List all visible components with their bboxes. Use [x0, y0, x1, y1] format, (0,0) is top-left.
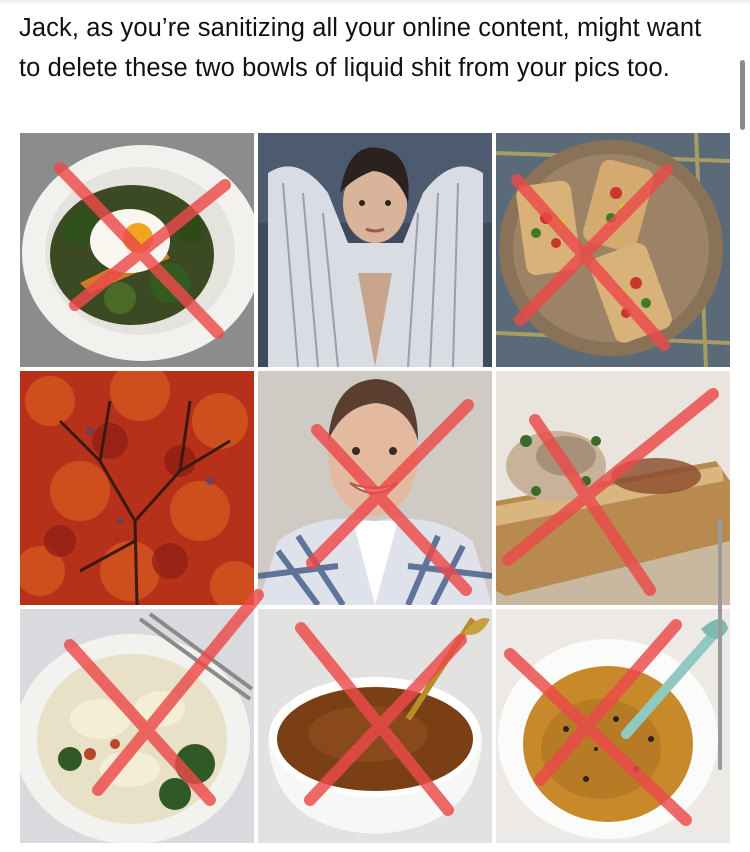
soup-image — [258, 609, 492, 843]
photo-bruschetta-plate[interactable] — [496, 133, 730, 367]
photo-grid — [20, 133, 730, 848]
toast-fish-image — [496, 371, 730, 605]
pasta-image — [20, 609, 254, 843]
post-text: Jack, as you’re sanitizing all your onli… — [19, 14, 702, 82]
photo-smiling-woman[interactable] — [258, 371, 492, 605]
egg-broccoli-image — [20, 133, 254, 367]
top-edge — [0, 0, 750, 6]
photo-red-tree[interactable] — [20, 371, 254, 605]
photo-egg-broccoli-bowl[interactable] — [20, 133, 254, 367]
photo-toast-fish[interactable] — [496, 371, 730, 605]
red-tree-image — [20, 371, 254, 605]
scrollbar[interactable] — [740, 60, 745, 130]
scroll-indicator — [718, 518, 722, 770]
photo-spiced-bowl[interactable] — [496, 609, 730, 843]
photo-woman-striped-shirt[interactable] — [258, 133, 492, 367]
smiling-woman-image — [258, 371, 492, 605]
bruschetta-image — [496, 133, 730, 367]
photo-brown-soup[interactable] — [258, 609, 492, 843]
spiced-bowl-image — [496, 609, 730, 843]
photo-pasta-broccoli[interactable] — [20, 609, 254, 843]
woman-portrait-image — [258, 133, 492, 367]
